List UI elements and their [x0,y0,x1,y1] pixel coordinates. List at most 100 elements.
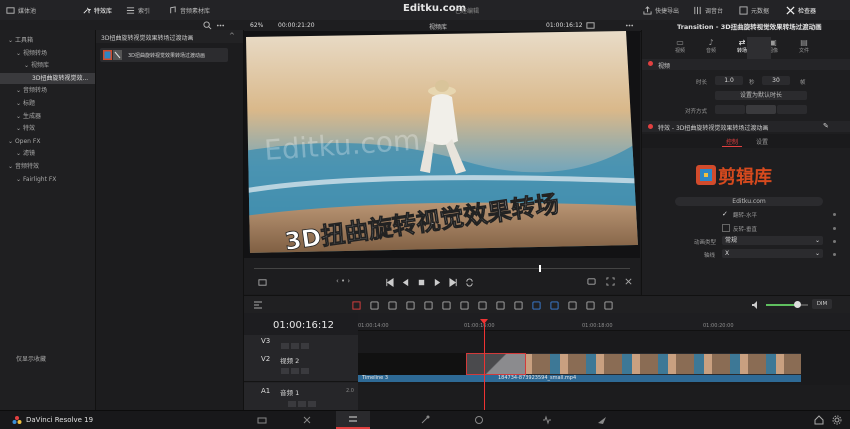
volume-slider[interactable] [766,304,808,306]
mute-icon[interactable] [308,401,316,407]
metadata-button[interactable]: 元数据 [739,0,769,20]
viewer-options-button[interactable] [625,21,634,30]
volume-slider-handle[interactable] [794,301,801,308]
page-media-tab[interactable] [245,411,279,429]
viewer-mode-button[interactable] [586,21,595,30]
tab-controls[interactable]: 控制 [726,137,738,146]
zoom-in-icon[interactable] [604,300,613,310]
dim-button[interactable]: DIM [812,299,832,309]
position-lock-icon[interactable] [514,300,523,310]
chevron-down-icon[interactable]: ⌄ [16,100,23,107]
tab-audio[interactable]: ♪ 音频 [701,38,721,54]
website-link[interactable]: Editku.com [675,197,823,206]
keyframe-icon[interactable] [833,227,836,230]
align-start-button[interactable] [715,105,745,114]
tree-item[interactable]: 3D扭曲旋转视觉效... [0,72,95,84]
keyframe-icon[interactable] [833,253,836,256]
page-fusion-tab[interactable] [408,411,442,429]
chevron-down-icon[interactable]: ⌄ [16,50,23,57]
collapse-icon[interactable]: ^ [229,32,235,40]
solo-icon[interactable] [298,401,306,407]
lock-icon[interactable] [288,401,296,407]
media-pool-button[interactable]: 媒体池 [6,0,36,20]
chevron-down-icon[interactable]: ⌄ [24,62,31,69]
settings-button[interactable] [832,415,842,425]
keyframe-icon[interactable] [833,240,836,243]
timeline-view-button[interactable] [253,300,263,310]
inspector-button[interactable]: 检查器 [786,0,816,20]
go-to-end-icon[interactable] [449,277,458,287]
jog-icon[interactable]: ‹ • › [336,277,350,285]
link-icon[interactable] [496,300,505,310]
scrubber-track[interactable] [254,268,630,269]
anim-type-select[interactable]: 常规 ⌄ [722,236,823,245]
dynamic-trim-icon[interactable] [388,300,397,310]
chevron-down-icon[interactable]: ⌄ [8,138,15,145]
blade-icon[interactable] [406,300,415,310]
index-button[interactable]: 索引 [126,0,150,20]
loop-icon[interactable] [465,278,474,287]
viewer-size-button[interactable] [258,278,268,287]
monitor-icon[interactable] [291,343,299,349]
set-default-duration-button[interactable]: 设置为默认时长 [715,91,807,100]
audio-volume-button[interactable] [751,300,761,310]
viewer-zoom[interactable]: 62% [250,22,263,29]
video-section-header[interactable]: 视频 [642,59,850,70]
playhead-handle[interactable] [480,319,488,324]
effects-button[interactable]: 特效库 [82,0,112,20]
page-color-tab[interactable] [462,411,496,429]
tree-item[interactable]: ⌄ 音频特效 [0,161,95,172]
tree-item[interactable]: ⌄ 生成器 [0,111,95,122]
overwrite-icon[interactable] [442,300,451,310]
stop-icon[interactable] [417,278,426,287]
chevron-down-icon[interactable]: ⌄ [16,125,23,132]
tree-item[interactable]: ⌄ 特效 [0,123,95,134]
align-end-button[interactable] [777,105,807,114]
effect-section-header[interactable]: 特效 - 3D扭曲旋转视觉效果转场过渡动画 ✎ [642,121,850,132]
enable-toggle-icon[interactable] [648,61,653,66]
clip-v2-video[interactable] [358,353,801,375]
trim-icon[interactable] [370,300,379,310]
chevron-down-icon[interactable]: ⌄ [16,87,23,94]
marker-icon[interactable] [550,300,559,310]
page-deliver-tab[interactable] [585,411,619,429]
keyframe-icon[interactable] [833,213,836,216]
transition-clip[interactable] [466,353,526,375]
chevron-down-icon[interactable]: ⌄ [8,163,15,170]
tab-settings[interactable]: 设置 [756,137,768,146]
close-viewer-button[interactable] [624,277,633,286]
duration-seconds-input[interactable]: 1.0 [715,76,743,85]
snap-icon[interactable] [478,300,487,310]
chevron-down-icon[interactable]: ⌄ [16,176,23,183]
axis-select[interactable]: X ⌄ [722,249,823,258]
mixer-button[interactable]: 调音台 [693,0,723,20]
tree-item[interactable]: ⌄ 音频转场 [0,85,95,96]
visibility-icon[interactable] [301,343,309,349]
fusion-edit-icon[interactable]: ✎ [823,122,829,130]
timeline[interactable]: 01:00:14:00 01:00:16:00 01:00:18:00 01:0… [358,313,850,410]
play-icon[interactable] [433,278,442,287]
duration-frames-input[interactable]: 30 [762,76,790,85]
flag-icon[interactable] [532,300,541,310]
page-fairlight-tab[interactable] [530,411,564,429]
clip-v2-bar[interactable]: Timeline 3 184734-873923594_small.mp4 [358,375,801,382]
align-center-button[interactable] [746,105,776,114]
fullscreen-button[interactable] [606,277,615,286]
effect-item[interactable]: 3D扭曲旋转视觉效果转场过渡动画 [100,48,228,62]
tree-item[interactable]: ⌄ 标题 [0,98,95,109]
page-cut-tab[interactable] [290,411,324,429]
quick-export-button[interactable]: 快捷导出 [643,0,679,20]
favorites-toggle[interactable]: 仅显示收藏 [16,354,46,363]
play-reverse-icon[interactable] [401,278,410,287]
pointer-icon[interactable] [352,300,361,310]
tree-item[interactable]: ⌄ 工具箱 [0,35,95,46]
scrubber-handle[interactable] [539,265,541,272]
flip-v-checkbox[interactable] [722,224,730,232]
tree-item[interactable]: ⌄ Fairlight FX [0,174,95,185]
effect-enable-icon[interactable] [648,124,653,129]
timeline-ruler[interactable]: 01:00:14:00 01:00:16:00 01:00:18:00 01:0… [358,313,850,331]
list-options-button[interactable] [216,21,225,30]
insert-icon[interactable] [424,300,433,310]
zoom-out-icon[interactable] [586,300,595,310]
flip-h-checkbox[interactable]: ✓ [722,210,728,218]
